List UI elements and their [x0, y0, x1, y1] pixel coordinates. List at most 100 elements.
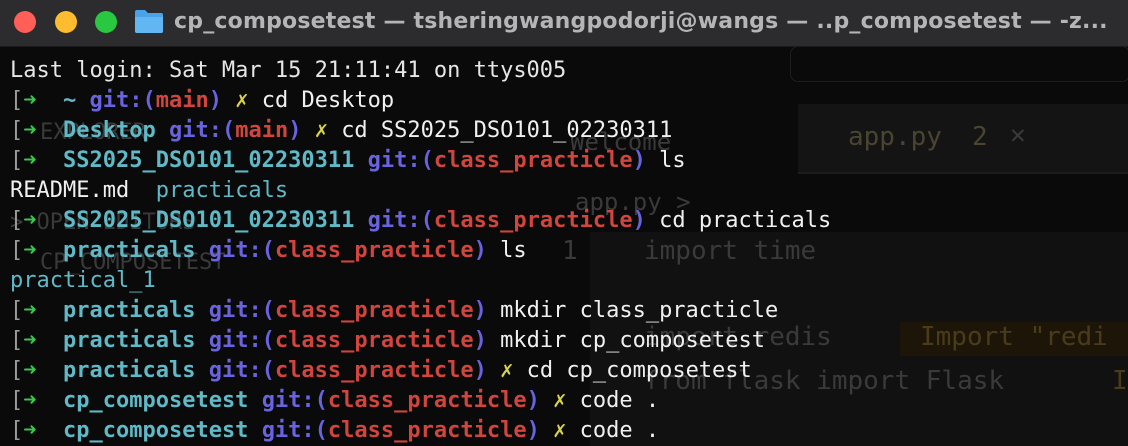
ghost-tail-text: I [1112, 366, 1128, 396]
git-label: git:( [367, 148, 434, 173]
command-text: mkdir class_practicle [500, 298, 779, 323]
command-text: cd cp_composetest [526, 358, 752, 383]
prompt-line: [➜ practicals git:(class_practicle) ✗ cd… [10, 356, 831, 386]
git-label: git:( [208, 328, 275, 353]
prompt-line: [➜ practicals git:(class_practicle) mkdi… [10, 326, 831, 356]
dirty-marker-icon: ✗ [553, 418, 567, 443]
prompt-directory: cp_composetest [63, 388, 249, 413]
prompt-arrow-icon: ➜ [23, 418, 37, 443]
dirty-marker-icon: ✗ [314, 118, 328, 143]
dirty-marker-icon: ✗ [553, 388, 567, 413]
prompt-arrow-icon: ➜ [23, 88, 37, 113]
git-label: git:( [367, 208, 434, 233]
git-branch: class_practicle [274, 238, 474, 263]
window-title: cp_composetest — tsheringwangpodorji@wan… [174, 9, 1108, 34]
prompt-bracket: [ [10, 418, 24, 443]
prompt-directory: practicals [63, 298, 196, 323]
prompt-arrow-icon: ➜ [23, 358, 37, 383]
command-text: cd Desktop [261, 88, 395, 113]
git-label: git:( [208, 298, 275, 323]
zoom-window-button[interactable] [95, 11, 117, 33]
command-text: cd practicals [659, 208, 832, 233]
prompt-directory: practicals [63, 238, 196, 263]
prompt-bracket: [ [10, 118, 24, 143]
prompt-bracket: [ [10, 208, 24, 233]
prompt-bracket: [ [10, 238, 24, 263]
prompt-line: [➜ SS2025_DSO101_02230311 git:(class_pra… [10, 146, 831, 176]
prompt-arrow-icon: ➜ [23, 298, 37, 323]
ghost-tab-filename: app.py [848, 122, 942, 152]
git-branch: class_practicle [274, 358, 474, 383]
prompt-line: [➜ Desktop git:(main) ✗ cd SS2025_DSO101… [10, 116, 831, 146]
git-label: git:( [261, 418, 328, 443]
prompt-arrow-icon: ➜ [23, 118, 37, 143]
prompt-line: [➜ cp_composetest git:(class_practicle) … [10, 386, 831, 416]
prompt-bracket: [ [10, 88, 24, 113]
command-text: code . [579, 418, 660, 443]
git-branch: main [155, 88, 209, 113]
git-label-close: ) [208, 88, 222, 113]
git-label-close: ) [473, 358, 487, 383]
git-label-close: ) [632, 208, 646, 233]
git-label: git:( [208, 358, 275, 383]
git-branch: class_practicle [274, 328, 474, 353]
prompt-directory: SS2025_DSO101_02230311 [63, 148, 355, 173]
git-label-close: ) [632, 148, 646, 173]
folder-icon [135, 10, 163, 33]
output-line: practical_1 [10, 266, 831, 296]
prompt-directory: cp_composetest [63, 418, 249, 443]
git-branch: class_practicle [274, 298, 474, 323]
prompt-line: [➜ cp_composetest git:(class_practicle) … [10, 416, 831, 446]
prompt-arrow-icon: ➜ [23, 238, 37, 263]
dirty-marker-icon: ✗ [500, 358, 514, 383]
prompt-arrow-icon: ➜ [23, 328, 37, 353]
git-label-close: ) [526, 418, 540, 443]
git-branch: class_practicle [433, 208, 633, 233]
prompt-directory: practicals [63, 358, 196, 383]
prompt-bracket: [ [10, 388, 24, 413]
prompt-bracket: [ [10, 328, 24, 353]
command-text: mkdir cp_composetest [500, 328, 766, 353]
git-branch: main [235, 118, 289, 143]
prompt-bracket: [ [10, 358, 24, 383]
git-branch: class_practicle [327, 388, 527, 413]
git-branch: class_practicle [433, 148, 633, 173]
ghost-warning-text: Import "redi [920, 322, 1108, 352]
git-label: git:( [208, 238, 275, 263]
command-text: code . [579, 388, 660, 413]
prompt-bracket: [ [10, 148, 24, 173]
output-text: practicals [155, 178, 289, 203]
git-label-close: ) [288, 118, 302, 143]
command-text: cd SS2025_DSO101_02230311 [341, 118, 673, 143]
command-text: ls [500, 238, 527, 263]
git-label: git:( [261, 388, 328, 413]
git-label-close: ) [473, 328, 487, 353]
git-branch: class_practicle [327, 418, 527, 443]
prompt-directory: Desktop [63, 118, 156, 143]
terminal-output[interactable]: Last login: Sat Mar 15 21:11:41 on ttys0… [10, 56, 831, 446]
prompt-line: [➜ practicals git:(class_practicle) mkdi… [10, 296, 831, 326]
output-text: practical_1 [10, 268, 156, 293]
git-label-close: ) [473, 238, 487, 263]
minimize-window-button[interactable] [55, 11, 77, 33]
ghost-search-box [790, 46, 1128, 82]
prompt-bracket: [ [10, 298, 24, 323]
title-bar[interactable]: cp_composetest — tsheringwangpodorji@wan… [0, 0, 1128, 47]
prompt-directory: ~ [63, 88, 77, 113]
prompt-arrow-icon: ➜ [23, 208, 37, 233]
close-window-button[interactable] [14, 11, 36, 33]
git-label: git:( [89, 88, 156, 113]
prompt-line: [➜ ~ git:(main) ✗ cd Desktop [10, 86, 831, 116]
terminal-window: EXPLORER Welcome app.py 2 ✕ app.py > > O… [0, 0, 1128, 446]
prompt-line: [➜ practicals git:(class_practicle) ls [10, 236, 831, 266]
git-label-close: ) [526, 388, 540, 413]
prompt-arrow-icon: ➜ [23, 388, 37, 413]
ghost-tab-count: 2 [972, 122, 988, 152]
ghost-close-icon: ✕ [1010, 120, 1026, 150]
prompt-directory: SS2025_DSO101_02230311 [63, 208, 355, 233]
prompt-directory: practicals [63, 328, 196, 353]
prompt-arrow-icon: ➜ [23, 148, 37, 173]
command-text: ls [659, 148, 686, 173]
output-text: README.md [10, 178, 130, 203]
